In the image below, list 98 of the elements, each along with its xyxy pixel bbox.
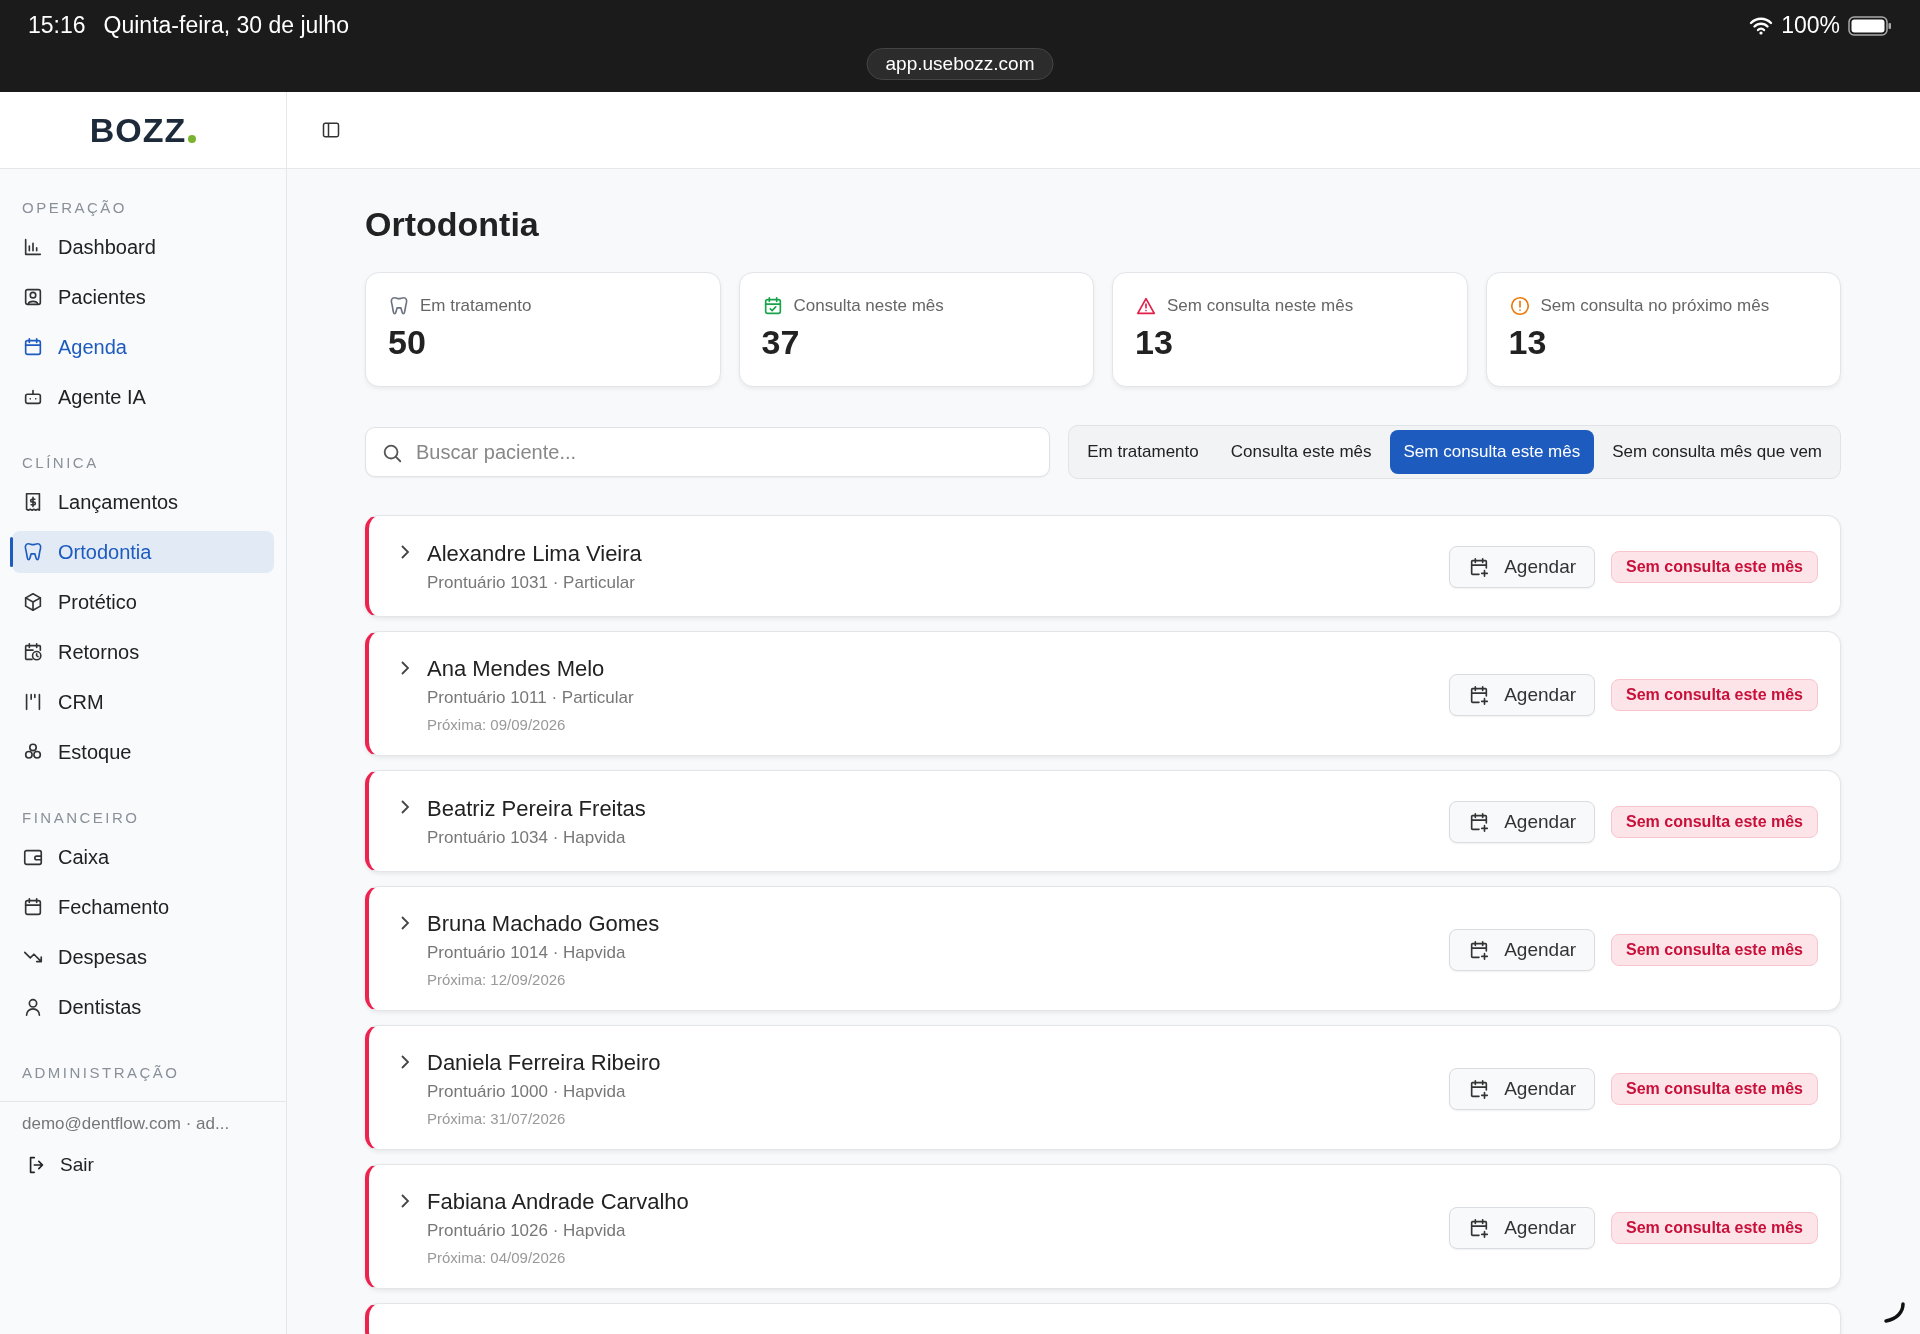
battery-icon: [1848, 15, 1892, 36]
logo-dot-icon: [188, 135, 197, 143]
schedule-button[interactable]: Agendar: [1449, 928, 1596, 971]
status-date: Quinta-feira, 30 de julho: [103, 12, 350, 39]
chevron-right-icon[interactable]: [399, 1193, 411, 1209]
next-appointment: Próxima: 04/09/2026: [427, 1249, 567, 1266]
calendar-plus-icon: [1468, 1216, 1491, 1239]
patient-card[interactable]: Daniela Ferreira Ribeiro Prontuário 1000 · Hapvida Próxima: 31/07/2026 Agendar Sem consulta este mês: [365, 1025, 1841, 1150]
patient-card[interactable]: Fabiana Andrade Carvalho Prontuário 1026 · Hapvida Próxima: 04/09/2026 Agendar Sem consulta este mês: [365, 1164, 1841, 1289]
stat-label: Sem consulta no próximo mês: [1540, 296, 1770, 316]
calendar-plus-icon: [1468, 556, 1491, 578]
schedule-button[interactable]: Agendar: [1449, 546, 1596, 588]
sidebar-item[interactable]: Dentistas: [12, 986, 274, 1028]
calendar-clock-icon: [22, 641, 44, 663]
status-badge: Sem consulta este mês: [1611, 933, 1818, 966]
user-email: demo@dentflow.com · ad...: [22, 1114, 231, 1134]
sidebar-item[interactable]: CRM: [12, 681, 274, 723]
wifi-icon: [1749, 16, 1774, 35]
sidebar-item[interactable]: Caixa: [12, 836, 274, 878]
stat-value: 37: [761, 323, 801, 362]
section-heading: CLÍNICA: [21, 453, 100, 473]
patient-name: Daniela Ferreira Ribeiro: [427, 1050, 662, 1076]
sidebar-item[interactable]: Protético: [12, 581, 274, 623]
calendar-icon: [22, 896, 44, 918]
patient-card[interactable]: Ana Mendes Melo Prontuário 1011 · Particular Próxima: 09/09/2026 Agendar Sem consulta este mês: [365, 631, 1841, 756]
sidebar-item[interactable]: Pacientes: [12, 276, 274, 318]
patient-record: Prontuário 1014 · Hapvida: [427, 943, 627, 963]
status-badge: Sem consulta este mês: [1611, 678, 1818, 711]
url-bar[interactable]: app.usebozz.com: [866, 48, 1054, 80]
tooth-icon: [22, 541, 44, 563]
loading-icon: [1882, 1300, 1906, 1324]
calendar-icon: [22, 336, 44, 358]
stat-label: Consulta neste mês: [793, 296, 944, 316]
stat-value: 13: [1508, 323, 1548, 362]
patient-record: Prontuário 1026 · Hapvida: [427, 1221, 627, 1241]
panel-icon: [321, 120, 341, 140]
status-badge: Sem consulta este mês: [1611, 1072, 1818, 1105]
chevron-right-icon[interactable]: [399, 915, 411, 931]
calendar-plus-icon: [1468, 811, 1491, 833]
filter-tab[interactable]: Sem consulta mês que vem: [1598, 430, 1836, 474]
patient-record: Prontuário 1011 · Particular: [427, 688, 635, 708]
schedule-button[interactable]: Agendar: [1449, 1067, 1596, 1110]
patient-card[interactable]: Beatriz Pereira Freitas Prontuário 1034 · Hapvida Agendar Sem consulta este mês: [365, 770, 1841, 872]
status-badge: Sem consulta este mês: [1611, 1211, 1818, 1244]
section-heading: FINANCEIRO: [21, 808, 141, 828]
stat-label: Sem consulta neste mês: [1167, 296, 1354, 316]
sidebar-item[interactable]: Retornos: [12, 631, 274, 673]
contact-card-icon: [22, 286, 44, 308]
logout-link[interactable]: Sair: [22, 1154, 264, 1176]
status-time: 15:16: [28, 12, 86, 39]
patient-record: Prontuário 1031 · Particular: [427, 573, 636, 593]
stat-value: 50: [388, 323, 427, 362]
section-heading: ADMINISTRAÇÃO: [21, 1063, 181, 1083]
search-icon: [381, 442, 403, 464]
filter-tab[interactable]: Sem consulta este mês: [1389, 430, 1595, 474]
sidebar-item[interactable]: Agente IA: [12, 376, 274, 418]
patient-card[interactable]: Alexandre Lima Vieira Prontuário 1031 · Particular Agendar Sem consulta este mês: [365, 515, 1841, 617]
chevron-right-icon[interactable]: [399, 799, 411, 815]
logo[interactable]: BOZZ: [89, 110, 187, 150]
patient-record: Prontuário 1034 · Hapvida: [427, 828, 627, 848]
patient-name: Ana Mendes Melo: [427, 656, 606, 682]
calendar-plus-icon: [1468, 938, 1491, 961]
patient-name: Bruna Machado Gomes: [427, 911, 661, 937]
filter-tab[interactable]: Consulta este mês: [1216, 430, 1386, 474]
sidebar-item[interactable]: Agenda: [12, 326, 274, 368]
sidebar-item[interactable]: Dashboard: [12, 226, 274, 268]
chevron-right-icon[interactable]: [399, 1054, 411, 1070]
page-title: Ortodontia: [365, 205, 540, 244]
stat-label: Em tratamento: [420, 296, 532, 316]
next-appointment: Próxima: 09/09/2026: [427, 716, 567, 733]
sidebar-item[interactable]: Fechamento: [12, 886, 274, 928]
sidebar-item[interactable]: Despesas: [12, 936, 274, 978]
status-badge: Sem consulta este mês: [1611, 551, 1818, 583]
next-appointment: Próxima: 31/07/2026: [427, 1110, 567, 1127]
search-field[interactable]: Buscar paciente...: [365, 427, 1051, 477]
battery-percent: 100%: [1781, 12, 1840, 39]
filter-tab[interactable]: Em tratamento: [1073, 430, 1213, 474]
chevron-right-icon[interactable]: [399, 660, 411, 676]
schedule-button[interactable]: Agendar: [1449, 673, 1596, 716]
stat-value: 13: [1135, 323, 1174, 362]
patient-name: Alexandre Lima Vieira: [427, 541, 643, 567]
chevron-right-icon[interactable]: [399, 544, 411, 560]
section-heading: OPERAÇÃO: [21, 198, 129, 218]
next-appointment: Próxima: 12/09/2026: [427, 971, 567, 988]
status-badge: Sem consulta este mês: [1611, 806, 1818, 838]
patient-name: Fabiana Andrade Carvalho: [427, 1189, 690, 1215]
patient-record: Prontuário 1000 · Hapvida: [427, 1082, 627, 1102]
calendar-plus-icon: [1468, 1077, 1491, 1100]
patient-name: Beatriz Pereira Freitas: [427, 796, 647, 822]
sidebar-item[interactable]: Lançamentos: [12, 481, 274, 523]
sidebar-item[interactable]: Ortodontia: [12, 531, 274, 573]
calendar-plus-icon: [1468, 683, 1491, 706]
patient-card[interactable]: Bruna Machado Gomes Prontuário 1014 · Hapvida Próxima: 12/09/2026 Agendar Sem consulta este mês: [365, 886, 1841, 1011]
schedule-button[interactable]: Agendar: [1449, 801, 1596, 843]
bar-chart-icon: [22, 236, 44, 258]
cube-icon: [22, 591, 44, 613]
sidebar-item[interactable]: Estoque: [12, 731, 274, 773]
schedule-button[interactable]: Agendar: [1449, 1206, 1596, 1249]
